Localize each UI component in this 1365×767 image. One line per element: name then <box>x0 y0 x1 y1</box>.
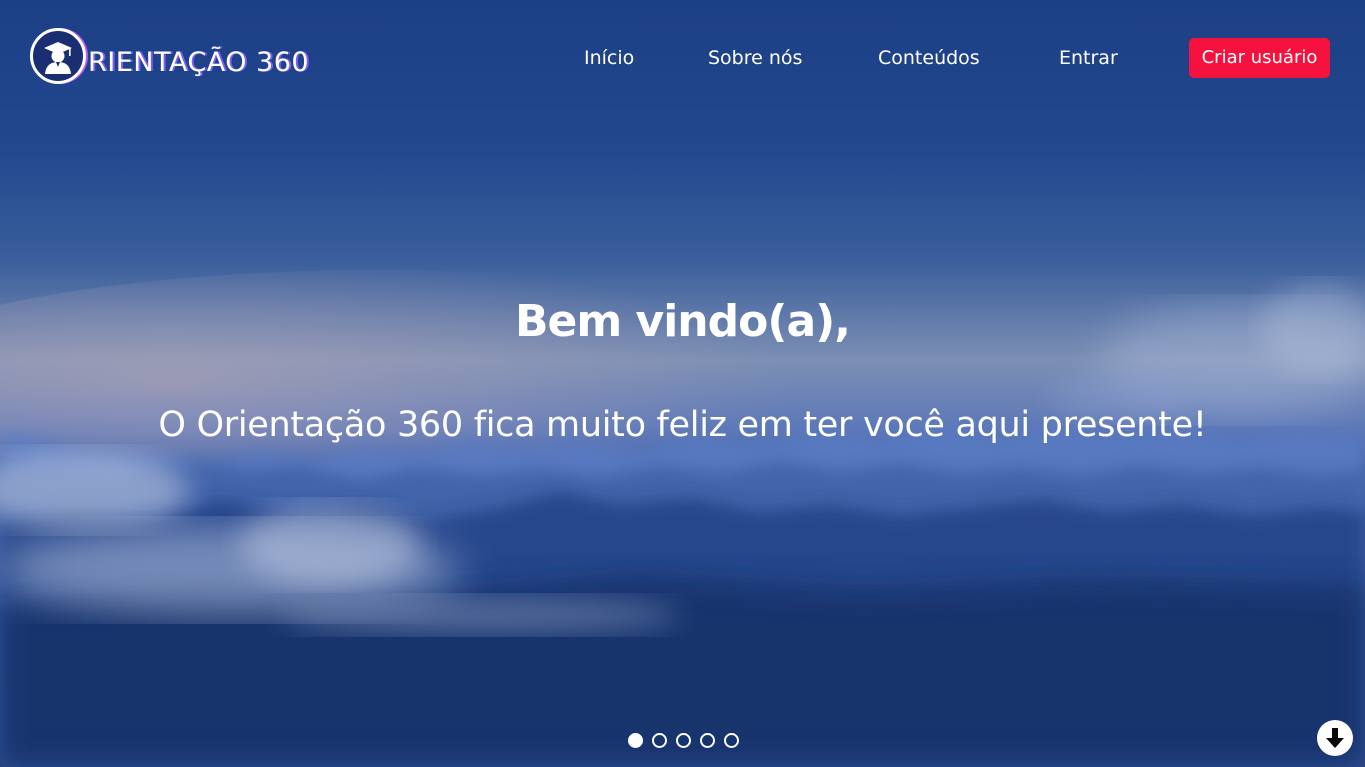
carousel-dot-2[interactable] <box>652 733 667 748</box>
arrow-down-icon <box>1326 728 1344 748</box>
mountain-landscape-background <box>0 270 1365 767</box>
carousel-dot-1[interactable] <box>628 733 643 748</box>
create-user-button[interactable]: Criar usuário <box>1189 38 1330 78</box>
logo-text: RIENTAÇÃO 360 <box>88 46 310 78</box>
hero-subtitle: O Orientação 360 fica muito feliz em ter… <box>158 405 1207 445</box>
nav-conteudos[interactable]: Conteúdos <box>878 38 980 78</box>
graduate-icon <box>30 28 86 84</box>
carousel-dot-3[interactable] <box>676 733 691 748</box>
carousel-dot-4[interactable] <box>700 733 715 748</box>
nav-entrar[interactable]: Entrar <box>1059 38 1118 78</box>
hero-title: Bem vindo(a), <box>515 296 851 347</box>
carousel-dot-5[interactable] <box>724 733 739 748</box>
nav-inicio[interactable]: Início <box>584 38 634 78</box>
hero-section: RIENTAÇÃO 360 Início Sobre nós Conteúdos… <box>0 0 1365 767</box>
scroll-down-button[interactable] <box>1317 720 1353 756</box>
brand-logo[interactable]: RIENTAÇÃO 360 <box>30 26 309 86</box>
nav-sobre-nos[interactable]: Sobre nós <box>708 38 802 78</box>
site-header: RIENTAÇÃO 360 Início Sobre nós Conteúdos… <box>0 0 1365 115</box>
